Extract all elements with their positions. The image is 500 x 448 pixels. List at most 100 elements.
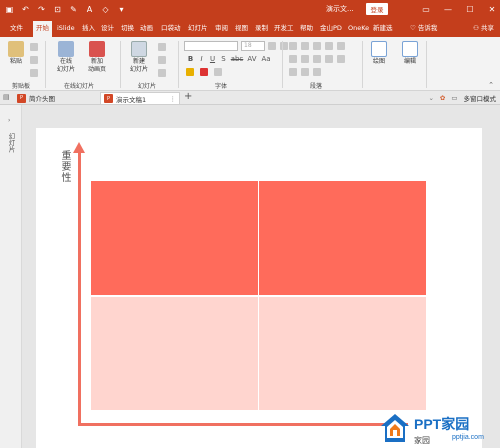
tab-islide[interactable]: iSlide [57,22,75,37]
more-icon[interactable]: ▾ [116,3,127,15]
tab-record[interactable]: 录制 [255,22,268,37]
columns-icon[interactable] [337,55,345,63]
line-spacing-icon[interactable] [337,42,345,50]
lightbulb-icon: ♡ [410,24,418,32]
align-center-icon[interactable] [301,55,309,63]
cut-icon[interactable] [30,43,38,51]
numbering-icon[interactable] [301,42,309,50]
x-axis-line[interactable] [78,423,408,426]
thumbnail-pane-label[interactable]: 幻灯片 [6,133,16,153]
align-right-icon[interactable] [313,55,321,63]
doc-tab-intro[interactable]: P 简介头图 [14,92,58,104]
font-name-field[interactable] [184,41,238,51]
clipboard-icon [8,41,24,57]
tab-review[interactable]: 审阅 [215,22,228,37]
ribbon-display-icon[interactable]: ▭ [420,2,432,16]
highlight-icon[interactable] [186,68,194,76]
multi-window-label[interactable]: 多窗口模式 [464,93,497,103]
maximize-icon[interactable]: ☐ [464,2,476,16]
close-icon[interactable]: ✕ [486,2,498,16]
quadrant-bottom-left[interactable] [91,297,258,410]
tab-design[interactable]: 设计 [101,22,114,37]
watermark-brand: PPT家园 [414,416,470,432]
watermark-cn: 家园 [414,436,430,445]
slideshow-icon[interactable]: ⊡ [52,3,63,15]
tab-transitions[interactable]: 切换 [121,22,134,37]
expand-arrow-icon[interactable]: › [8,117,10,124]
tab-file[interactable]: 文件 [10,22,23,37]
drawing-label: 绘图 [372,58,385,65]
group-divider [120,41,121,88]
quadrant-top-right[interactable] [259,181,426,295]
y-axis-line[interactable] [78,150,81,426]
text-direction-icon[interactable] [289,68,297,76]
tab-slideshow[interactable]: 幻灯片 [188,22,208,37]
new-tab-button[interactable]: + [184,91,192,102]
tab-home[interactable]: 开始 [33,21,52,37]
decrease-indent-icon[interactable] [313,42,321,50]
bold-button[interactable]: B [186,55,195,63]
tab-menu-icon[interactable]: ▤ [3,93,10,101]
tab-animations[interactable]: 动画 [140,22,153,37]
shadow-button[interactable]: S [219,55,228,63]
format-painter-icon[interactable] [30,69,38,77]
justify-icon[interactable] [325,55,333,63]
italic-button[interactable]: I [197,55,206,63]
tab-insert[interactable]: 插入 [82,22,95,37]
tell-me-search[interactable]: ♡ 告诉我 [410,22,437,32]
align-left-icon[interactable] [289,55,297,63]
login-button[interactable]: 登录 [366,3,388,15]
smartart-icon[interactable] [313,68,321,76]
char-spacing-button[interactable]: AV [246,55,258,63]
redo-icon[interactable]: ↷ [36,3,47,15]
font-color-icon[interactable] [200,68,208,76]
new-slide-button[interactable]: 新建 幻灯片 [130,41,148,74]
editing-button[interactable]: 编辑 [402,41,418,66]
save-icon[interactable]: ▣ [4,3,15,15]
copy-icon[interactable] [30,56,38,64]
clear-format-icon[interactable] [214,68,222,76]
settings-icon[interactable]: ✿ [440,94,445,102]
font-size-field[interactable]: 18 [241,41,265,51]
underline-button[interactable]: U [208,55,217,63]
strikethrough-button[interactable]: abc [230,55,244,63]
increase-indent-icon[interactable] [325,42,333,50]
new-anim-page-button[interactable]: 新加 动画页 [88,41,106,74]
tab-developer[interactable]: 开发工 [274,22,294,37]
paragraph-group-label: 段落 [310,83,323,90]
tab-more-icon[interactable]: ⋮ [170,95,177,103]
grow-font-icon[interactable] [268,42,276,50]
ribbon-tabs: 文件 开始 iSlide 插入 设计 切换 动画 口袋动 幻灯片 审阅 视图 录… [0,19,500,37]
undo-icon[interactable]: ↶ [20,3,31,15]
new-slide-icon [131,41,147,57]
chevron-down-icon[interactable]: ⌄ [428,94,433,102]
font-color-icon[interactable]: A [84,3,95,15]
tab-view[interactable]: 视图 [235,22,248,37]
shapes-icon[interactable]: ◇ [100,3,111,15]
doc-tab-presentation1[interactable]: P 演示文稿1 ⋮ [100,92,180,104]
align-text-icon[interactable] [301,68,309,76]
minimize-icon[interactable]: — [442,2,454,16]
doc-tab-label: 演示文稿1 [116,95,147,104]
reset-icon[interactable] [158,56,166,64]
collapse-ribbon-icon[interactable]: ⌃ [488,81,494,89]
layout-icon[interactable] [158,43,166,51]
bullets-icon[interactable] [289,42,297,50]
online-slide-button[interactable]: 在线 幻灯片 [57,41,75,74]
tab-pocket-anim[interactable]: 口袋动 [161,22,181,37]
quadrant-bottom-right[interactable] [259,297,426,410]
tab-kingsoft-pdf[interactable]: 金山PD [320,22,342,37]
tab-new-select[interactable]: 新建选 [373,22,393,37]
change-case-button[interactable]: Aa [260,55,272,63]
paste-button[interactable]: 粘贴 [8,41,24,66]
quadrant-top-left[interactable] [91,181,258,295]
section-icon[interactable] [158,69,166,77]
tab-help[interactable]: 帮助 [300,22,313,37]
format-painter-icon[interactable]: ✎ [68,3,79,15]
tab-onekey[interactable]: OneKe [348,22,369,37]
share-button[interactable]: ⚇ 共享 [473,22,494,32]
group-divider [45,41,46,88]
y-axis-label[interactable]: 重要性 [59,150,72,183]
watermark: PPT家园 家园 pptjia.com [376,408,500,448]
drawing-button[interactable]: 绘图 [371,41,387,66]
